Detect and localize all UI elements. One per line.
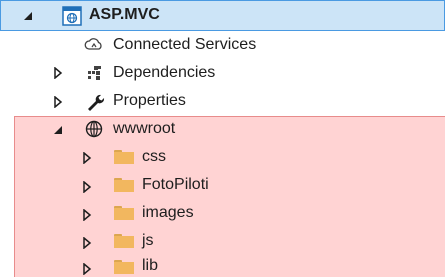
connected-services-icon (84, 36, 104, 59)
tree-item-js[interactable]: js (142, 231, 154, 251)
tree-item-lib[interactable]: lib (142, 256, 158, 276)
tree-item-dependencies[interactable]: Dependencies (113, 63, 215, 83)
tree-item-fotopiloti[interactable]: FotoPiloti (142, 175, 209, 195)
wwwroot-highlight (14, 116, 445, 277)
dependencies-icon (85, 64, 103, 87)
tree-item-properties[interactable]: Properties (113, 91, 186, 111)
tree-item-wwwroot[interactable]: wwwroot (113, 119, 175, 139)
collapsed-arrow-icon[interactable] (81, 236, 93, 250)
web-project-icon (62, 6, 82, 31)
collapsed-arrow-icon[interactable] (81, 208, 93, 222)
collapsed-arrow-icon[interactable] (52, 66, 64, 80)
collapsed-arrow-icon[interactable] (81, 151, 93, 165)
project-label[interactable]: ASP.MVC (89, 5, 160, 25)
folder-icon (114, 206, 134, 220)
tree-item-css[interactable]: css (142, 147, 166, 167)
collapsed-arrow-icon[interactable] (81, 180, 93, 194)
solution-explorer-tree: ASP.MVC Connected Services Dependencies … (0, 0, 445, 277)
tree-item-images[interactable]: images (142, 203, 194, 223)
tree-item-connected-services[interactable]: Connected Services (113, 35, 256, 55)
expanded-arrow-icon[interactable] (22, 9, 34, 21)
folder-icon (114, 178, 134, 192)
folder-icon (114, 234, 134, 248)
collapsed-arrow-icon[interactable] (81, 262, 93, 276)
folder-icon (114, 150, 134, 164)
expanded-arrow-icon[interactable] (52, 123, 64, 135)
wrench-icon (85, 92, 105, 117)
folder-icon (114, 260, 134, 274)
globe-icon (84, 119, 104, 144)
collapsed-arrow-icon[interactable] (52, 95, 64, 109)
